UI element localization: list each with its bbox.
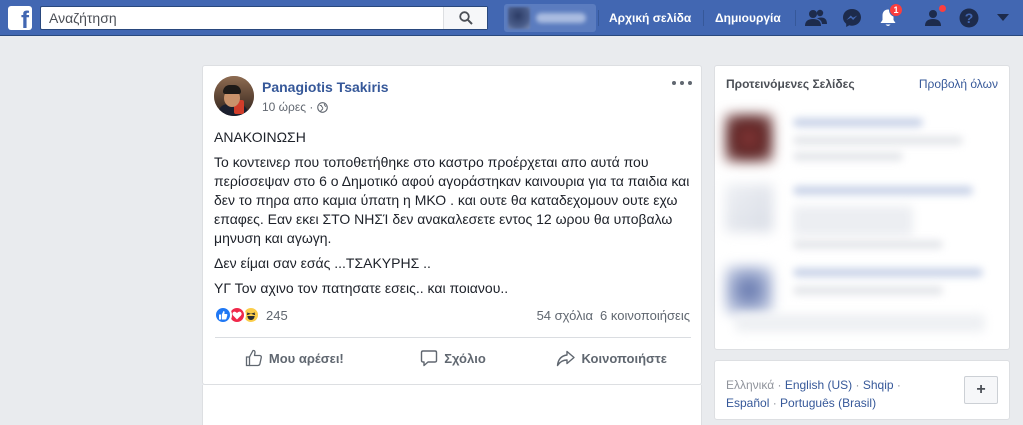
thumbs-up-icon	[245, 349, 262, 367]
caret-down-icon	[997, 14, 1009, 21]
comment-button[interactable]: Σχόλιο	[374, 341, 533, 375]
search-button[interactable]	[443, 7, 487, 29]
suggested-page-info	[793, 240, 943, 249]
suggested-page-info	[793, 152, 903, 161]
comments-count[interactable]: 54 σχόλια	[537, 308, 593, 323]
suggested-page-image	[725, 184, 773, 232]
like-button[interactable]: Μου αρέσει!	[215, 341, 374, 375]
comment-label: Σχόλιο	[444, 350, 486, 366]
profile-name-redacted	[536, 13, 586, 23]
add-language-button[interactable]: +	[964, 376, 998, 404]
search-input[interactable]	[41, 7, 443, 29]
see-all-link[interactable]: Προβολή όλων	[919, 77, 998, 91]
reactions-summary[interactable]: 245	[214, 306, 288, 324]
like-reaction-icon	[214, 306, 232, 324]
account-menu-button[interactable]	[990, 5, 1016, 31]
author-name[interactable]: Panagiotis Tsakiris	[262, 79, 389, 95]
suggested-pages-title: Προτεινόμενες Σελίδες	[726, 77, 855, 91]
nav-divider	[598, 10, 599, 26]
post-meta: 10 ώρες ·	[262, 100, 329, 114]
post-actions: Μου αρέσει! Σχόλιο Κοινοποιήστε	[215, 341, 691, 375]
share-icon	[557, 350, 576, 366]
create-link[interactable]: Δημιουργία	[715, 11, 781, 25]
messenger-icon	[843, 9, 861, 27]
shares-count[interactable]: 6 κοινοποιήσεις	[600, 308, 690, 323]
suggested-page-image	[725, 266, 773, 314]
language-current: Ελληνικά	[726, 378, 775, 392]
notification-badge: 1	[889, 3, 903, 17]
friend-requests-button[interactable]	[803, 5, 829, 31]
post-stats: 54 σχόλια 6 κοινοποιήσεις	[537, 308, 690, 323]
post-card: Panagiotis Tsakiris 10 ώρες · ΑΝΑΚΟΙΝΩΣΗ…	[202, 65, 702, 385]
friends-icon	[805, 9, 827, 26]
nav-divider	[703, 10, 704, 26]
divider	[215, 337, 691, 338]
language-option[interactable]: Español	[726, 396, 769, 410]
suggested-page-image	[725, 114, 773, 162]
suggested-page-info	[793, 286, 943, 295]
search-box	[40, 6, 488, 30]
comments-section	[202, 385, 702, 425]
profile-avatar	[508, 7, 530, 29]
suggested-page-info	[793, 206, 913, 236]
author-avatar[interactable]	[214, 76, 254, 116]
post-paragraph: Δεν είμαι σαν εσάς ...ΤΣΑΚΥΡΗΣ ..	[214, 255, 431, 271]
notifications-button[interactable]: 1	[875, 3, 903, 31]
post-paragraph: Το κοντεινερ που τοποθετήθηκε στο καστρο…	[214, 154, 690, 246]
suggested-page-info	[793, 136, 963, 145]
suggested-page-item[interactable]	[715, 104, 1011, 174]
language-box: Ελληνικά · English (US) · Shqip · Españo…	[714, 360, 1010, 420]
suggested-page-name	[793, 186, 973, 195]
post-paragraph: ΑΝΑΚΟΙΝΩΣΗ	[214, 129, 306, 145]
post-options-button[interactable]	[672, 76, 692, 90]
home-link[interactable]: Αρχική σελίδα	[609, 11, 691, 25]
quick-help-button[interactable]	[920, 4, 947, 31]
share-label: Κοινοποιήστε	[581, 350, 667, 366]
post-paragraph: ΥΓ Τον αχινο τον πατησατε εσεις.. και πο…	[214, 280, 509, 296]
suggested-page-item[interactable]	[715, 254, 1011, 344]
suggested-pages-box: Προτεινόμενες Σελίδες Προβολή όλων	[714, 65, 1010, 350]
language-option[interactable]: Shqip	[863, 378, 894, 392]
language-option[interactable]: Português (Brasil)	[780, 396, 876, 410]
nav-divider	[795, 10, 796, 26]
suggested-page-name	[793, 268, 983, 277]
profile-shortcut[interactable]	[504, 4, 596, 32]
top-navigation-bar: f Αρχική σελίδα Δημιουργία 1 ?	[0, 0, 1023, 36]
comment-icon	[421, 350, 438, 367]
like-label: Μου αρέσει!	[268, 350, 344, 366]
reactions-count[interactable]: 245	[266, 308, 288, 323]
facebook-logo[interactable]: f	[8, 6, 32, 30]
suggested-page-name	[793, 118, 923, 127]
search-icon	[458, 11, 473, 25]
post-timestamp[interactable]: 10 ώρες ·	[262, 100, 313, 114]
share-button[interactable]: Κοινοποιήστε	[532, 341, 691, 375]
suggested-page-info	[735, 314, 985, 332]
help-button[interactable]: ?	[956, 5, 982, 31]
help-icon: ?	[959, 8, 979, 28]
svg-text:?: ?	[965, 10, 974, 26]
messenger-button[interactable]	[839, 5, 865, 31]
suggested-page-item[interactable]	[715, 174, 1011, 254]
post-body: ΑΝΑΚΟΙΝΩΣΗ Το κοντεινερ που τοποθετήθηκε…	[214, 128, 694, 304]
language-option[interactable]: English (US)	[785, 378, 852, 392]
globe-icon	[317, 101, 329, 113]
unread-dot	[938, 4, 947, 13]
language-list: Ελληνικά · English (US) · Shqip · Españo…	[726, 378, 901, 410]
